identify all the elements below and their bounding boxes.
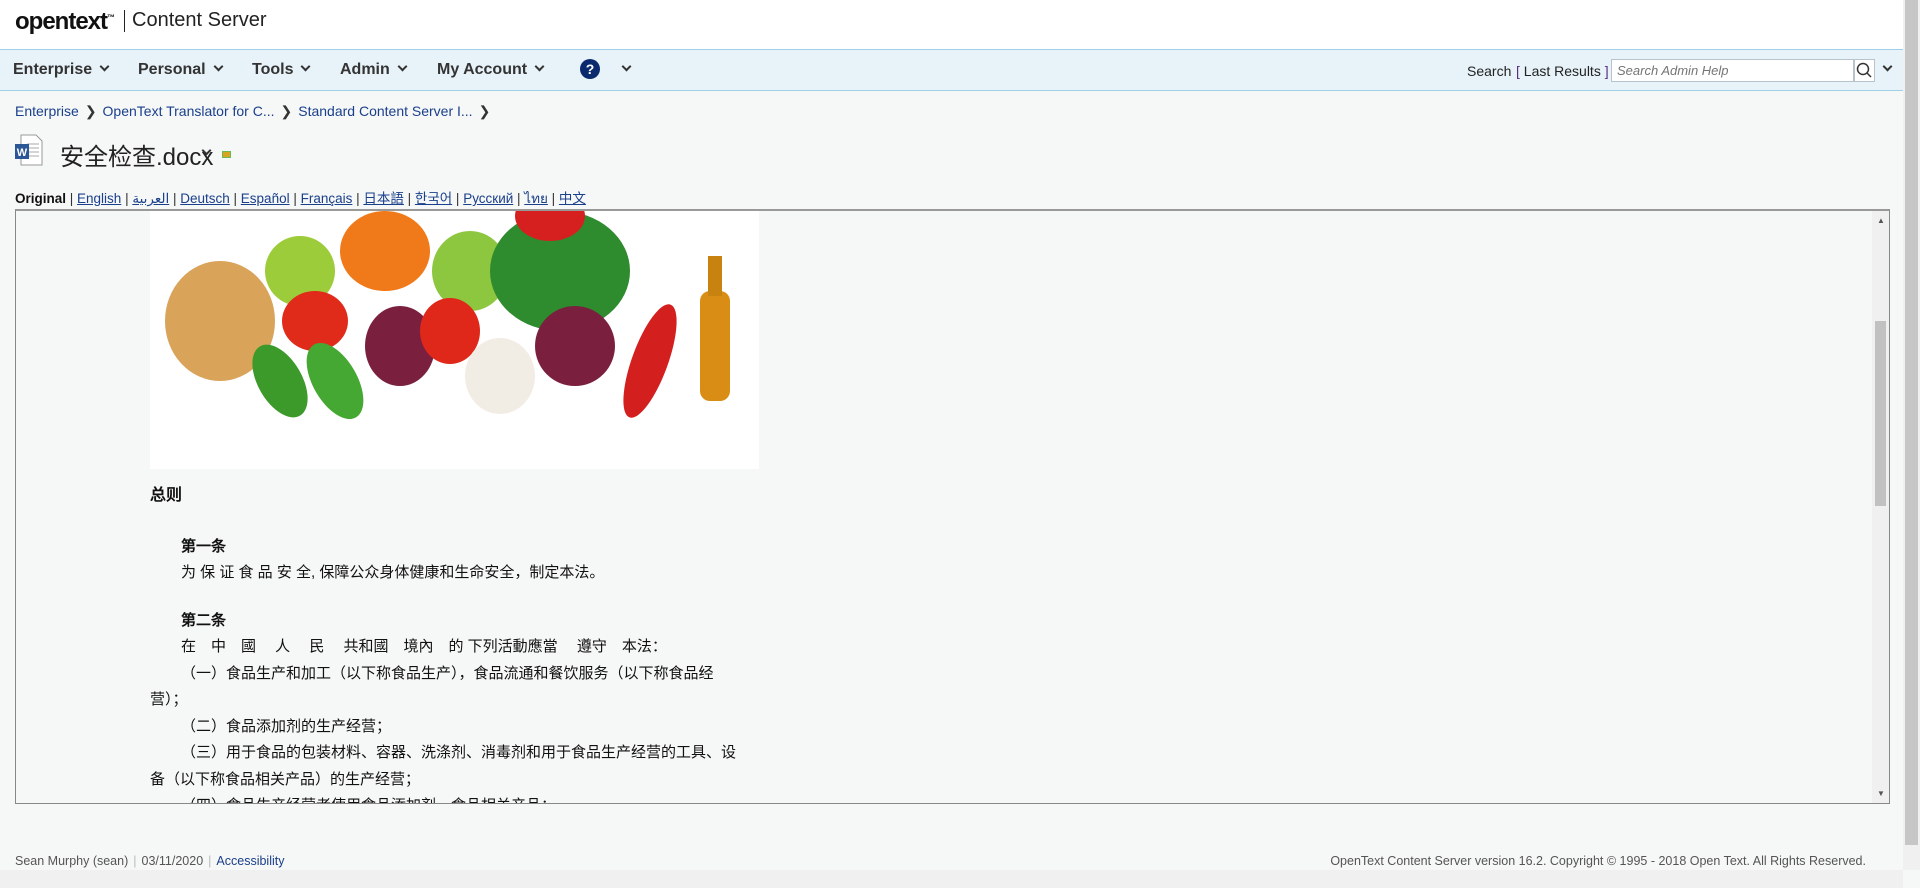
help-icon[interactable]: ? bbox=[580, 59, 600, 79]
nav-admin[interactable]: Admin bbox=[340, 61, 408, 79]
breadcrumb: Enterprise ❯ OpenText Translator for C... ❯… bbox=[15, 103, 496, 120]
nav-personal[interactable]: Personal bbox=[138, 61, 224, 79]
nav-enterprise[interactable]: Enterprise bbox=[13, 61, 110, 79]
language-link[interactable]: العربية bbox=[132, 191, 169, 206]
language-link[interactable]: ไทย bbox=[524, 191, 548, 206]
language-link[interactable]: 한국어 bbox=[415, 191, 452, 206]
scroll-up-icon[interactable]: ▲ bbox=[1877, 216, 1885, 225]
language-link[interactable]: 中文 bbox=[559, 191, 586, 206]
language-bar: Original | English | العربية | Deutsch |… bbox=[15, 191, 586, 206]
product-name: Content Server bbox=[132, 9, 267, 31]
search-options-chevron[interactable] bbox=[1882, 61, 1893, 79]
article-item: 备（以下称食品相关产品）的生产经营； bbox=[150, 770, 421, 788]
article-item: （三）用于食品的包装材料、容器、洗涤剂、消毒剂和用于食品生产经营的工具、设 bbox=[181, 744, 737, 761]
nav-label: My Account bbox=[437, 61, 528, 78]
language-link[interactable]: Français bbox=[301, 191, 353, 206]
footer-user: Sean Murphy (sean) bbox=[15, 854, 129, 868]
language-link[interactable]: Español bbox=[241, 191, 290, 206]
nav-label: Admin bbox=[340, 61, 390, 78]
last-results-link[interactable]: [ Last Results ] bbox=[1516, 63, 1609, 79]
logo-text: opentext bbox=[15, 8, 108, 35]
section-heading: 总则 bbox=[150, 487, 183, 504]
nav-label: Enterprise bbox=[13, 61, 93, 78]
breadcrumb-item[interactable]: OpenText Translator for C... bbox=[103, 103, 275, 119]
document-viewer[interactable]: 总则 第一条 为 保 证 食 品 安 全, 保障公众身体健康和生命安全，制定本法… bbox=[15, 209, 1890, 804]
top-header: opentext™ Content Server bbox=[0, 0, 1903, 49]
main-nav: Enterprise Personal Tools Admin My Accou… bbox=[0, 49, 1903, 91]
word-doc-icon: W bbox=[15, 134, 43, 166]
svg-text:W: W bbox=[17, 147, 28, 159]
language-original: Original bbox=[15, 191, 67, 206]
search-button[interactable] bbox=[1854, 59, 1875, 82]
search-label: Search bbox=[1467, 63, 1512, 79]
document-title: 安全检查.docx bbox=[60, 144, 214, 171]
document-text: 总则 第一条 为 保 证 食 品 安 全, 保障公众身体健康和生命安全，制定本法… bbox=[150, 483, 750, 803]
article-item: （一）食品生产和加工（以下称食品生产），食品流通和餐饮服务（以下称食品经 bbox=[181, 664, 714, 682]
chevron-down-icon bbox=[301, 61, 311, 72]
chevron-down-icon bbox=[621, 61, 632, 72]
logo-divider bbox=[124, 10, 125, 32]
viewer-scrollbar[interactable]: ▲ ▼ bbox=[1872, 211, 1889, 803]
article-item: （二）食品添加剂的生产经营； bbox=[181, 717, 392, 735]
article-text: 在 中 國 人 民 共和國 境內 的 下列活動應當 遵守 本法： bbox=[181, 638, 667, 655]
nav-label: Personal bbox=[138, 61, 206, 78]
chevron-down-icon bbox=[534, 61, 545, 72]
article-title: 第一条 bbox=[181, 537, 227, 555]
nav-label: Tools bbox=[252, 61, 294, 78]
page-horizontal-scrollbar[interactable] bbox=[0, 870, 1903, 888]
document-menu-chevron[interactable] bbox=[201, 145, 212, 163]
help-menu-chevron[interactable] bbox=[614, 61, 632, 79]
nav-tools[interactable]: Tools bbox=[252, 61, 311, 79]
accessibility-link[interactable]: Accessibility bbox=[216, 854, 284, 868]
search-input[interactable] bbox=[1611, 59, 1854, 82]
article-title: 第二条 bbox=[181, 611, 227, 629]
breadcrumb-item[interactable]: Enterprise bbox=[15, 103, 79, 119]
last-results-label: Last Results bbox=[1523, 63, 1601, 79]
breadcrumb-item[interactable]: Standard Content Server I... bbox=[298, 103, 472, 119]
vegetables-image bbox=[150, 211, 759, 469]
article-item: 营）； bbox=[150, 691, 188, 708]
chevron-down-icon bbox=[1882, 61, 1893, 72]
chevron-down-icon bbox=[201, 145, 212, 156]
breadcrumb-separator-icon[interactable]: ❯ bbox=[479, 103, 491, 119]
language-link[interactable]: Deutsch bbox=[180, 191, 230, 206]
article-item: （四）食品生产经营者使用食品添加剂、食品相关产品； bbox=[150, 793, 750, 803]
opentext-logo[interactable]: opentext™ bbox=[15, 8, 115, 36]
article-text: 为 保 证 食 品 安 全, 保障公众身体健康和生命安全，制定本法。 bbox=[181, 564, 605, 581]
breadcrumb-separator-icon: ❯ bbox=[84, 103, 97, 119]
nav-my-account[interactable]: My Account bbox=[437, 61, 545, 79]
footer-copyright: OpenText Content Server version 16.2. Co… bbox=[1330, 854, 1866, 868]
footer-date: 03/11/2020 bbox=[141, 854, 204, 868]
footer-info: Sean Murphy (sean) | 03/11/2020 | Accessibil… bbox=[15, 854, 285, 868]
language-link[interactable]: Русский bbox=[463, 191, 513, 206]
breadcrumb-separator-icon: ❯ bbox=[280, 103, 293, 119]
language-link[interactable]: English bbox=[77, 191, 121, 206]
scroll-down-icon[interactable]: ▼ bbox=[1877, 789, 1885, 798]
search-icon bbox=[1856, 62, 1872, 78]
page-scrollbar[interactable] bbox=[1903, 0, 1920, 870]
viewer-scroll-thumb[interactable] bbox=[1875, 321, 1886, 506]
chevron-down-icon bbox=[397, 61, 408, 72]
language-link[interactable]: 日本語 bbox=[363, 191, 404, 206]
page-scroll-thumb[interactable] bbox=[1905, 0, 1918, 845]
logo-tm: ™ bbox=[107, 13, 115, 22]
chevron-down-icon bbox=[99, 61, 110, 72]
reserved-icon[interactable] bbox=[222, 151, 231, 158]
chevron-down-icon bbox=[213, 61, 224, 72]
